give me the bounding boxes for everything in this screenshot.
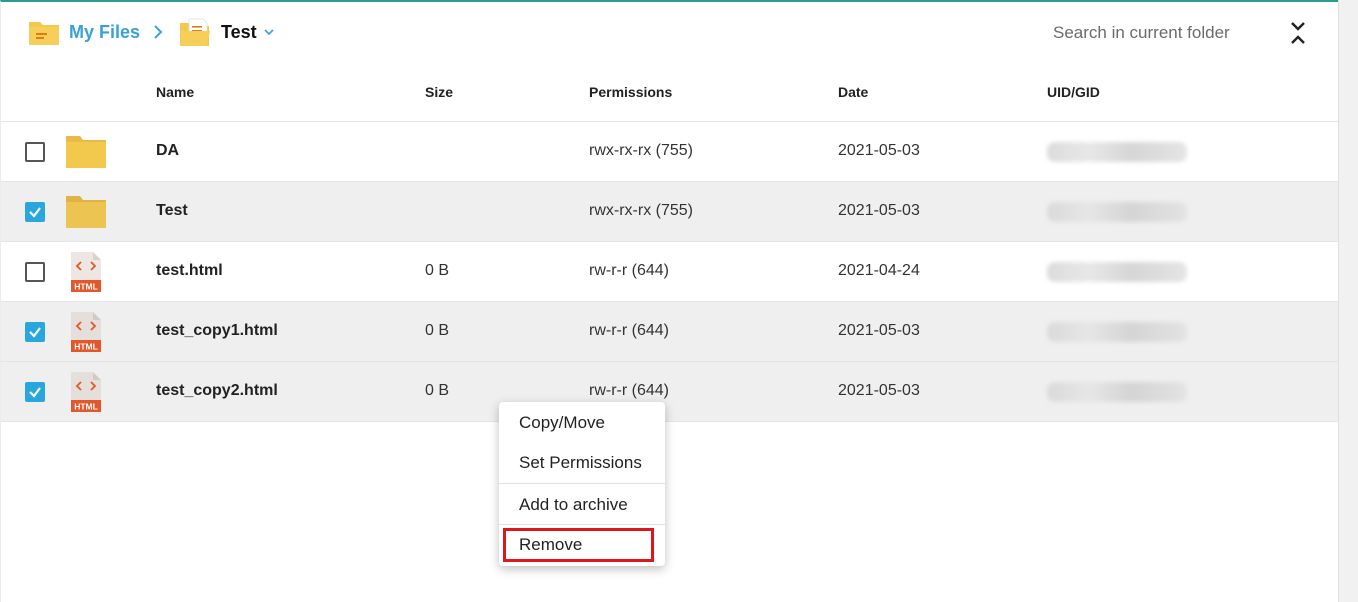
row-date: 2021-05-03	[838, 142, 920, 159]
chevron-down-icon[interactable]	[263, 27, 275, 37]
svg-text:HTML: HTML	[74, 342, 98, 352]
row-permissions: rwx-rx-rx (755)	[589, 142, 693, 159]
column-permissions[interactable]: Permissions	[589, 84, 672, 100]
menu-divider	[499, 524, 665, 525]
svg-text:HTML: HTML	[74, 402, 98, 412]
table-row[interactable]: HTML test_copy1.html 0 B rw-r-r (644) 20…	[1, 302, 1339, 362]
row-permissions: rw-r-r (644)	[589, 262, 669, 279]
search-input[interactable]	[1041, 16, 1261, 50]
collapse-icon[interactable]	[1287, 20, 1309, 46]
row-uid-redacted	[1047, 142, 1187, 162]
row-size: 0 B	[425, 262, 450, 279]
folder-open-icon	[180, 18, 210, 46]
file-manager-panel: My Files Test Name Size Permissions Date…	[0, 0, 1339, 602]
row-checkbox[interactable]	[25, 142, 45, 162]
row-date: 2021-04-24	[838, 262, 920, 279]
table-row[interactable]: Test rwx-rx-rx (755) 2021-05-03	[1, 182, 1339, 242]
column-name[interactable]: Name	[156, 84, 194, 100]
column-date[interactable]: Date	[838, 84, 868, 100]
table-header: Name Size Permissions Date UID/GID	[1, 62, 1339, 122]
table-row[interactable]: HTML test_copy2.html 0 B rw-r-r (644) 20…	[1, 362, 1339, 422]
row-size: 0 B	[425, 322, 450, 339]
html-file-icon: HTML	[71, 312, 101, 352]
menu-item-remove[interactable]: Remove	[503, 528, 654, 562]
table-row[interactable]: DA rwx-rx-rx (755) 2021-05-03	[1, 122, 1339, 182]
row-permissions: rw-r-r (644)	[589, 322, 669, 339]
row-date: 2021-05-03	[838, 382, 920, 399]
row-permissions: rw-r-r (644)	[589, 382, 669, 399]
breadcrumb-root[interactable]: My Files	[69, 22, 140, 43]
row-checkbox[interactable]	[25, 322, 45, 342]
header: My Files Test	[1, 2, 1339, 62]
row-uid-redacted	[1047, 202, 1187, 222]
row-permissions: rwx-rx-rx (755)	[589, 202, 693, 219]
breadcrumb-current: Test	[221, 22, 257, 42]
row-name[interactable]: test.html	[156, 262, 223, 280]
row-name[interactable]: test_copy1.html	[156, 322, 278, 340]
context-menu: Copy/Move Set Permissions Add to archive…	[499, 402, 665, 566]
row-uid-redacted	[1047, 382, 1187, 402]
row-uid-redacted	[1047, 322, 1187, 342]
menu-item-add-to-archive[interactable]: Add to archive	[499, 486, 665, 524]
svg-text:HTML: HTML	[74, 282, 98, 292]
menu-divider	[499, 483, 665, 484]
row-checkbox[interactable]	[25, 382, 45, 402]
folder-icon	[66, 136, 106, 168]
row-uid-redacted	[1047, 262, 1187, 282]
folder-icon	[66, 196, 106, 228]
row-name[interactable]: test_copy2.html	[156, 382, 278, 400]
row-date: 2021-05-03	[838, 322, 920, 339]
chevron-right-icon	[154, 25, 163, 39]
table-row[interactable]: HTML test.html 0 B rw-r-r (644) 2021-04-…	[1, 242, 1339, 302]
html-file-icon: HTML	[71, 372, 101, 412]
menu-item-copy-move[interactable]: Copy/Move	[499, 404, 665, 442]
column-size[interactable]: Size	[425, 84, 453, 100]
menu-item-set-permissions[interactable]: Set Permissions	[499, 444, 665, 482]
scrollbar[interactable]	[1338, 0, 1358, 602]
row-name[interactable]: Test	[156, 202, 188, 220]
row-date: 2021-05-03	[838, 202, 920, 219]
row-checkbox[interactable]	[25, 262, 45, 282]
folder-icon[interactable]	[28, 18, 60, 46]
html-file-icon: HTML	[71, 252, 101, 292]
row-size: 0 B	[425, 382, 450, 399]
row-name[interactable]: DA	[156, 142, 179, 160]
column-uid[interactable]: UID/GID	[1047, 84, 1100, 100]
row-checkbox[interactable]	[25, 202, 45, 222]
